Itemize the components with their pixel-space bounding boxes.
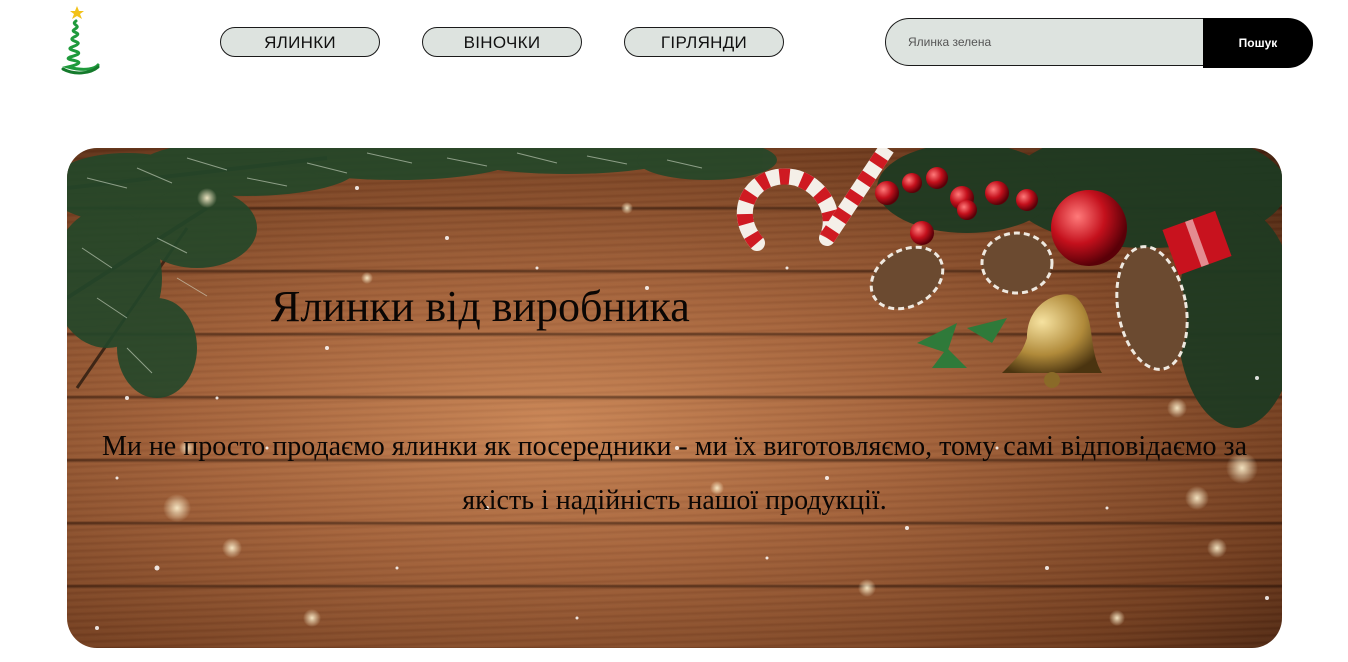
logo[interactable] <box>56 5 102 75</box>
hero-title: Ялинки від виробника <box>271 282 690 331</box>
christmas-tree-logo-icon <box>61 6 100 75</box>
nav-button-yalynky[interactable]: ЯЛИНКИ <box>220 27 380 57</box>
search-form: Пошук <box>885 18 1313 68</box>
hero-banner: Ялинки від виробника Ми не просто продає… <box>67 148 1282 648</box>
search-button[interactable]: Пошук <box>1203 18 1313 68</box>
search-input[interactable] <box>885 18 1205 66</box>
hero-background-image <box>67 148 1282 630</box>
nav-button-hirlyandy[interactable]: ГІРЛЯНДИ <box>624 27 784 57</box>
nav-button-vinochky[interactable]: ВІНОЧКИ <box>422 27 582 57</box>
hero-description: Ми не просто продаємо ялинки як посередн… <box>101 431 1248 516</box>
